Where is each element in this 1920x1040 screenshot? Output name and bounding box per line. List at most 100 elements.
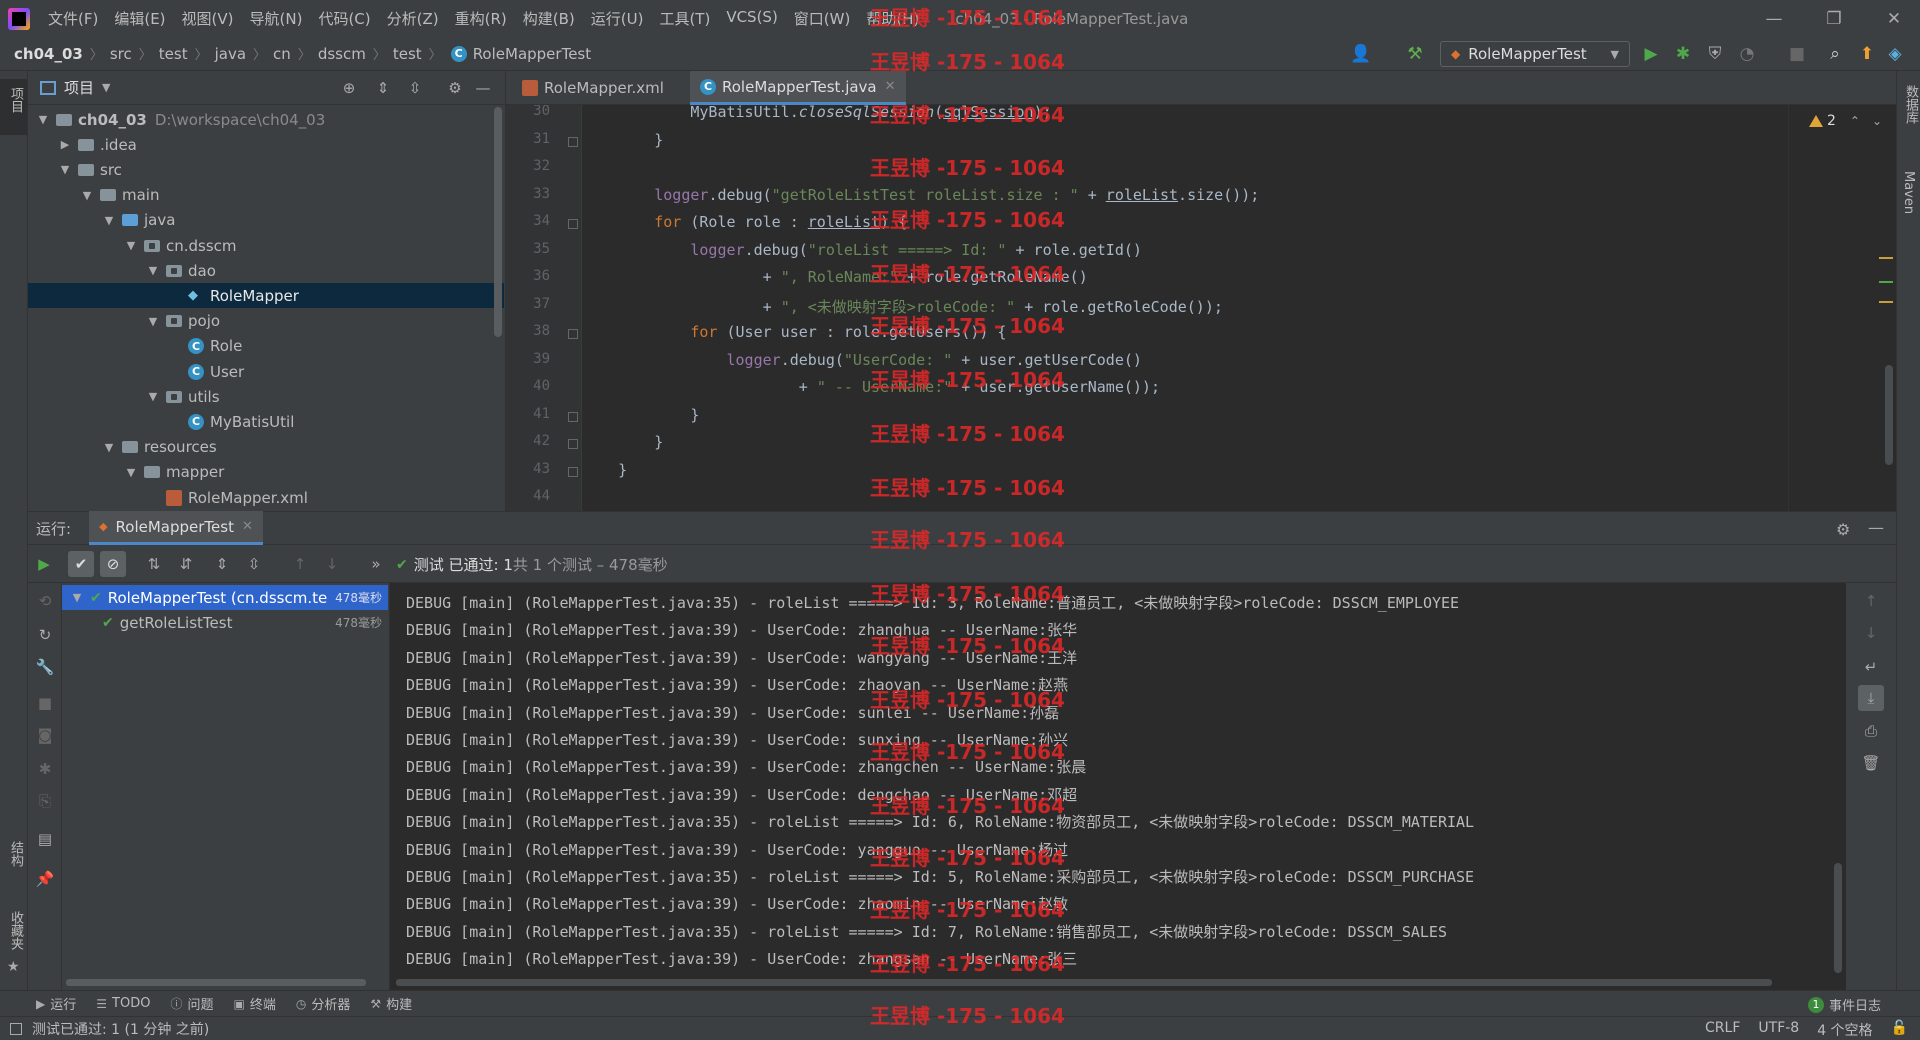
breadcrumb-item[interactable]: RoleMapperTest <box>473 45 591 63</box>
rerun-failed-icon[interactable]: ⟲ <box>35 591 55 611</box>
tree-item[interactable]: ▼ ch04_03 D:\workspace\ch04_03 <box>28 107 504 132</box>
event-log-button[interactable]: 1 事件日志 <box>1808 995 1881 1014</box>
file-encoding[interactable]: UTF-8 <box>1758 1020 1799 1040</box>
menu-item[interactable]: 代码(C) <box>310 8 378 29</box>
line-separator[interactable]: CRLF <box>1705 1020 1740 1040</box>
toggle-auto-test-icon[interactable]: ↻ <box>35 625 55 645</box>
tree-item[interactable]: ▼ dao <box>28 258 504 283</box>
console-h-scrollbar[interactable] <box>396 979 1772 986</box>
show-passed-icon[interactable]: ✔ <box>68 551 94 577</box>
tree-item[interactable]: ▼ src <box>28 157 504 182</box>
chevron-down-icon[interactable]: ▼ <box>124 466 138 479</box>
tree-item[interactable]: ◆ RoleMapper <box>28 283 504 309</box>
export-icon[interactable]: ⎘ <box>35 791 55 811</box>
rerun-icon[interactable]: ▶ <box>34 554 54 574</box>
camera-icon[interactable]: ◙ <box>35 725 55 745</box>
tree-item[interactable]: ▼ java <box>28 208 504 233</box>
more-icon[interactable]: » <box>366 554 386 574</box>
warning-marker[interactable] <box>1879 257 1893 259</box>
menu-item[interactable]: 运行(U) <box>583 8 652 29</box>
restore-icon[interactable]: ❐ <box>1804 0 1864 37</box>
close-icon[interactable]: ✕ <box>885 79 896 94</box>
build-hammer-icon[interactable]: ⚒ <box>1406 44 1424 64</box>
change-marker[interactable] <box>1879 281 1893 283</box>
tool-window-profiler[interactable]: ◷ 分析器 <box>296 994 351 1014</box>
menu-item[interactable]: 编辑(E) <box>106 8 173 29</box>
chevron-down-icon[interactable]: ▼ <box>146 390 160 403</box>
debug-icon[interactable]: ✱ <box>35 759 55 779</box>
tree-item[interactable]: ▼ utils <box>28 384 504 409</box>
breadcrumb-item[interactable]: cn <box>273 45 291 63</box>
menu-item[interactable]: 文件(F) <box>40 8 106 29</box>
console-v-scrollbar[interactable] <box>1834 863 1842 973</box>
maven-tool-label[interactable]: Maven <box>1901 171 1916 214</box>
fold-marker-icon[interactable] <box>568 466 578 477</box>
editor-scrollbar[interactable] <box>1885 365 1893 465</box>
layout-icon[interactable]: ▤ <box>35 829 55 849</box>
menu-item[interactable]: 分析(Z) <box>379 8 447 29</box>
close-icon[interactable]: ✕ <box>1864 0 1920 37</box>
run-config-select[interactable]: ◆ RoleMapperTest ▼ <box>1440 41 1630 67</box>
plugin-icon[interactable]: ◈ <box>1886 44 1904 64</box>
collapse-all-icon[interactable]: ⇳ <box>406 79 424 97</box>
tree-item[interactable]: C User <box>28 359 504 384</box>
scroll-up-icon[interactable]: ↑ <box>1861 591 1881 611</box>
chevron-down-icon[interactable]: ▼ <box>146 315 160 328</box>
stop-icon[interactable]: ■ <box>1788 44 1806 64</box>
update-icon[interactable]: ⬆ <box>1858 44 1876 64</box>
chevron-down-icon[interactable]: ▼ <box>146 264 160 277</box>
menu-item[interactable]: 窗口(W) <box>786 8 859 29</box>
tree-item[interactable]: C MyBatisUtil <box>28 409 504 434</box>
test-tree-scrollbar[interactable] <box>66 979 366 986</box>
tree-scrollbar[interactable] <box>494 107 502 337</box>
test-node[interactable]: ✔ getRoleListTest 478毫秒 <box>62 610 388 635</box>
fold-marker-icon[interactable] <box>568 219 578 229</box>
coverage-icon[interactable]: ⛨ <box>1706 44 1724 64</box>
chevron-up-icon[interactable]: ⌃ <box>1850 114 1860 128</box>
breadcrumb-item[interactable]: test <box>393 45 422 63</box>
search-icon[interactable]: ⌕ <box>1826 44 1844 64</box>
menu-item[interactable]: 工具(T) <box>651 8 718 29</box>
collapse-all-icon[interactable]: ⇳ <box>244 554 264 574</box>
scroll-to-end-icon[interactable]: ⤓ <box>1858 685 1884 711</box>
gear-icon[interactable]: ⚙ <box>446 79 464 97</box>
gear-icon[interactable]: ⚙ <box>1836 520 1850 539</box>
expand-all-icon[interactable]: ⇕ <box>374 79 392 97</box>
run-tab[interactable]: ◆ RoleMapperTest ✕ <box>89 511 263 545</box>
chevron-down-icon[interactable]: ▼ <box>36 113 50 126</box>
tree-item[interactable]: ▼ pojo <box>28 309 504 334</box>
expand-all-icon[interactable]: ⇕ <box>212 554 232 574</box>
test-node[interactable]: ▼ ✔ RoleMapperTest (cn.dsscm.te 478毫秒 <box>62 585 388 610</box>
chevron-right-icon[interactable]: ▶ <box>58 138 72 151</box>
fold-marker-icon[interactable] <box>568 439 578 449</box>
chevron-down-icon[interactable]: ▼ <box>102 81 110 94</box>
breadcrumb-item[interactable]: dsscm <box>318 45 366 63</box>
next-failed-icon[interactable]: ↓ <box>322 554 342 574</box>
console-output[interactable]: DEBUG [main] (RoleMapperTest.java:35) - … <box>390 583 1846 990</box>
tree-item[interactable]: ▼ cn.dsscm <box>28 233 504 258</box>
warning-marker[interactable] <box>1879 301 1893 303</box>
tab-roleMapperTest-java[interactable]: C RoleMapperTest.java ✕ <box>690 71 906 105</box>
chevron-down-icon[interactable]: ▼ <box>70 591 84 604</box>
menu-item[interactable]: 帮助(H) <box>858 8 927 29</box>
soft-wrap-icon[interactable]: ↵ <box>1861 657 1881 677</box>
minimize-icon[interactable]: — <box>1744 0 1804 37</box>
close-icon[interactable]: ✕ <box>242 519 253 534</box>
menu-item[interactable]: 构建(B) <box>515 8 583 29</box>
wrench-icon[interactable]: 🔧 <box>35 657 55 677</box>
favorites-tool-label[interactable]: 收藏夹 <box>6 911 25 950</box>
stop-icon[interactable]: ■ <box>35 693 55 713</box>
chevron-down-icon[interactable]: ▼ <box>102 441 116 454</box>
trash-icon[interactable]: 🗑 <box>1861 753 1881 773</box>
tool-window-hammer[interactable]: ⚒ 构建 <box>370 994 412 1014</box>
project-panel-title[interactable]: 项目 <box>64 77 94 98</box>
tree-item[interactable]: RoleMapper.xml <box>28 485 504 510</box>
database-tool-label[interactable]: 数据库 <box>1901 85 1920 124</box>
tool-window-info[interactable]: ⓘ 问题 <box>170 994 213 1013</box>
tool-window-play[interactable]: ▶ 运行 <box>36 994 76 1014</box>
sort-duration-icon[interactable]: ⇵ <box>176 554 196 574</box>
fold-marker-icon[interactable] <box>568 136 578 147</box>
hide-icon[interactable]: — <box>474 79 492 97</box>
tree-item[interactable]: ▼ main <box>28 183 504 208</box>
print-icon[interactable]: ⎙ <box>1861 721 1881 741</box>
